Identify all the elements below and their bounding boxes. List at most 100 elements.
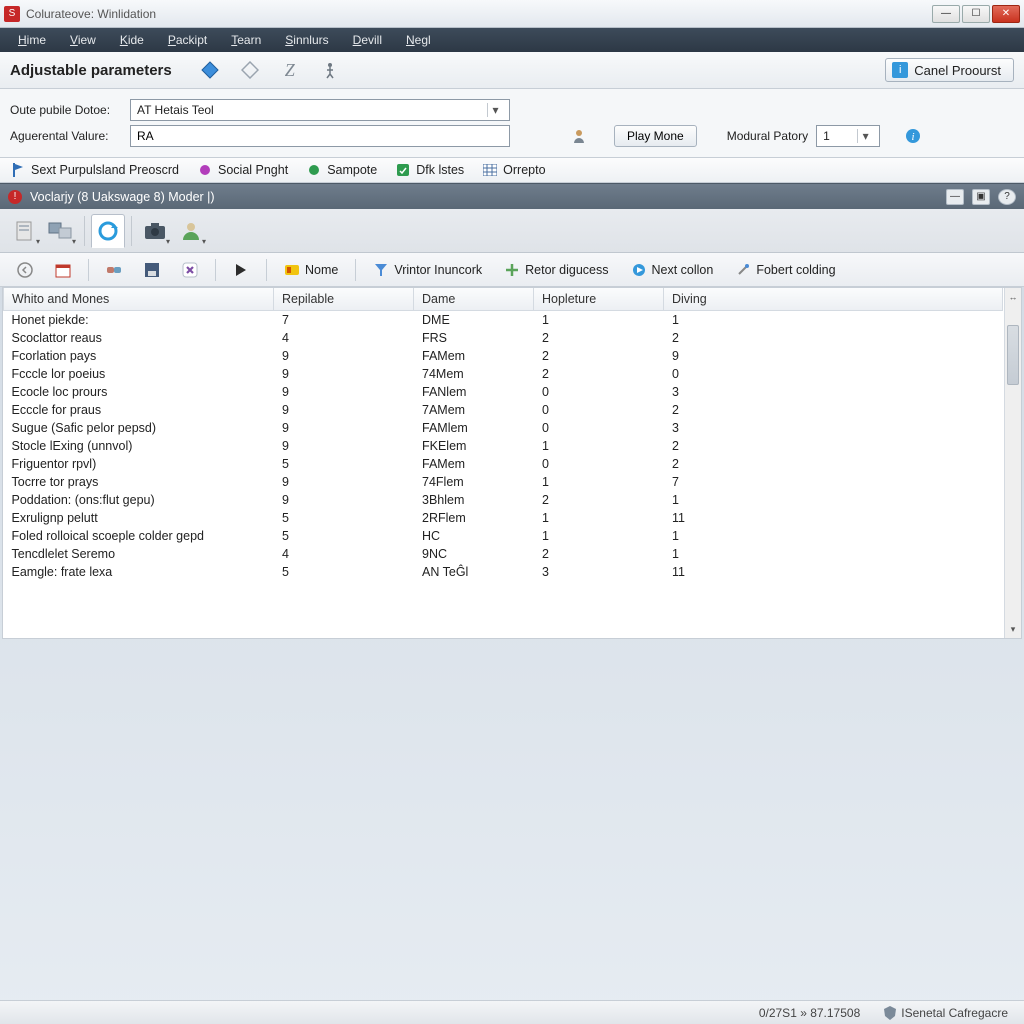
close-button[interactable]: ✕ [992, 5, 1020, 23]
table-row[interactable]: Ecccle for praus97AMem02 [4, 401, 1003, 419]
section-help-button[interactable]: ? [998, 189, 1016, 205]
retor-button[interactable]: Retor digucess [495, 258, 617, 282]
menu-view[interactable]: View [60, 31, 106, 49]
nome-button[interactable]: Nome [275, 258, 347, 282]
column-header[interactable]: Repilable [274, 288, 414, 311]
table-row[interactable]: Tencdlelet Seremo49NC21 [4, 545, 1003, 563]
italic-z-icon[interactable]: Z [280, 60, 300, 80]
menu-hime[interactable]: Hime [8, 31, 56, 49]
column-header[interactable]: Diving [664, 288, 1003, 311]
link-sext-purpulsland-preoscrd[interactable]: Sext Purpulsland Preoscrd [10, 162, 179, 178]
valure-input[interactable] [130, 125, 510, 147]
table-row[interactable]: Poddation: (ons:flut gepu)93Bhlem21 [4, 491, 1003, 509]
menu-devill[interactable]: Devill [343, 31, 392, 49]
table-cell: 9 [274, 365, 414, 383]
menu-negl[interactable]: Negl [396, 31, 441, 49]
table-row[interactable]: Fcccle lor poeius974Mem20 [4, 365, 1003, 383]
section-minimize-button[interactable]: — [946, 189, 964, 205]
diamond-blue-icon[interactable] [200, 60, 220, 80]
section-title: Voclarjy (8 Uakswage 8) Moder |) [30, 190, 215, 204]
play-mone-button[interactable]: Play Mone [614, 125, 697, 147]
forward-button[interactable] [224, 258, 258, 282]
menu-tearn[interactable]: Tearn [221, 31, 271, 49]
retor-label: Retor digucess [525, 263, 608, 277]
link-button[interactable] [97, 258, 131, 282]
tool-camera-icon[interactable]: ▾ [138, 214, 172, 248]
table-row[interactable]: Stocle lExing (unnvol)9FKElem12 [4, 437, 1003, 455]
menu-kide[interactable]: Kide [110, 31, 154, 49]
user-globe-icon[interactable] [570, 127, 588, 145]
vrintor-button[interactable]: Vrintor Inuncork [364, 258, 491, 282]
menu-sinnlurs[interactable]: Sinnlurs [275, 31, 338, 49]
table-cell: 9 [274, 401, 414, 419]
table-cell: HC [414, 527, 534, 545]
disk-button[interactable] [135, 258, 169, 282]
calendar-button[interactable] [46, 258, 80, 282]
forward-icon [233, 262, 249, 278]
table-cell: FKElem [414, 437, 534, 455]
section-popout-button[interactable]: ▣ [972, 189, 990, 205]
column-header[interactable]: Whito and Mones [4, 288, 274, 311]
table-cell: 1 [534, 509, 664, 527]
table-cell: 2 [534, 491, 664, 509]
diamond-outline-icon[interactable] [240, 60, 260, 80]
link-icon [482, 162, 498, 178]
maximize-button[interactable]: ☐ [962, 5, 990, 23]
column-options-icon[interactable]: ↔ [1005, 288, 1021, 305]
table-cell: 9 [274, 473, 414, 491]
cancel-process-button[interactable]: i Canel Proourst [885, 58, 1014, 82]
fobert-button[interactable]: Fobert colding [726, 258, 844, 282]
scrollbar-thumb[interactable] [1007, 325, 1019, 385]
delete-x-button[interactable] [173, 258, 207, 282]
column-header[interactable]: Hopleture [534, 288, 664, 311]
link-sampote[interactable]: Sampote [306, 162, 377, 178]
next-collon-button[interactable]: Next collon [622, 258, 723, 282]
tool-refresh-icon[interactable] [91, 214, 125, 248]
tool-screens-icon[interactable]: ▾ [44, 214, 78, 248]
tool-user-green-icon[interactable]: ▾ [174, 214, 208, 248]
link-orrepto[interactable]: Orrepto [482, 162, 545, 178]
dotoe-select[interactable]: AT Hetais Teol ▾ [130, 99, 510, 121]
table-cell: 2 [534, 365, 664, 383]
table-row[interactable]: Fcorlation pays9FAMem29 [4, 347, 1003, 365]
menu-bar: HimeViewKidePackiptTearnSinnlurs DevillNe… [0, 28, 1024, 52]
wand-icon [735, 262, 751, 278]
table-row[interactable]: Friguentor rpvl)5FAMem02 [4, 455, 1003, 473]
table-row[interactable]: Honet piekde:7DME11 [4, 311, 1003, 330]
table-cell: 0 [534, 455, 664, 473]
toolbar-separator [355, 259, 356, 281]
toolbar-separator [88, 259, 89, 281]
tool-doc-icon[interactable]: ▾ [8, 214, 42, 248]
table-row[interactable]: Tocrre tor prays974Flem17 [4, 473, 1003, 491]
table-cell: Stocle lExing (unnvol) [4, 437, 274, 455]
info-icon[interactable]: i [904, 127, 922, 145]
table-row[interactable]: Scoclattor reaus4FRS22 [4, 329, 1003, 347]
table-cell: FAMlem [414, 419, 534, 437]
toolbar-separator [131, 216, 132, 246]
vertical-scrollbar[interactable]: ↔ ▾ [1004, 288, 1021, 638]
column-header[interactable]: Dame [414, 288, 534, 311]
link-dfk-lstes[interactable]: Dfk lstes [395, 162, 464, 178]
table-row[interactable]: Eamgle: frate lexa5AN TeĜl311 [4, 563, 1003, 581]
shield-icon [884, 1006, 896, 1020]
patory-select[interactable]: 1 ▾ [816, 125, 880, 147]
back-button[interactable] [8, 258, 42, 282]
table-row[interactable]: Foled rolloical scoeple colder gepd5HC11 [4, 527, 1003, 545]
scroll-down-icon[interactable]: ▾ [1005, 621, 1021, 638]
figure-icon[interactable] [320, 60, 340, 80]
link-social-pnght[interactable]: Social Pnght [197, 162, 288, 178]
chevron-down-icon: ▾ [36, 237, 40, 246]
table-cell: 9 [274, 347, 414, 365]
table-row[interactable]: Exrulignp pelutt52RFlem111 [4, 509, 1003, 527]
table-row[interactable]: Ecocle loc prours9FANlem03 [4, 383, 1003, 401]
nome-label: Nome [305, 263, 338, 277]
window-controls: — ☐ ✕ [932, 5, 1020, 23]
minimize-button[interactable]: — [932, 5, 960, 23]
table-row[interactable]: Sugue (Safic pelor pepsd)9FAMlem03 [4, 419, 1003, 437]
chevron-down-icon: ▾ [166, 237, 170, 246]
table-cell: Fcorlation pays [4, 347, 274, 365]
menu-packipt[interactable]: Packipt [158, 31, 217, 49]
link-icon [306, 162, 322, 178]
table-cell: 0 [534, 401, 664, 419]
table-cell: 2RFlem [414, 509, 534, 527]
